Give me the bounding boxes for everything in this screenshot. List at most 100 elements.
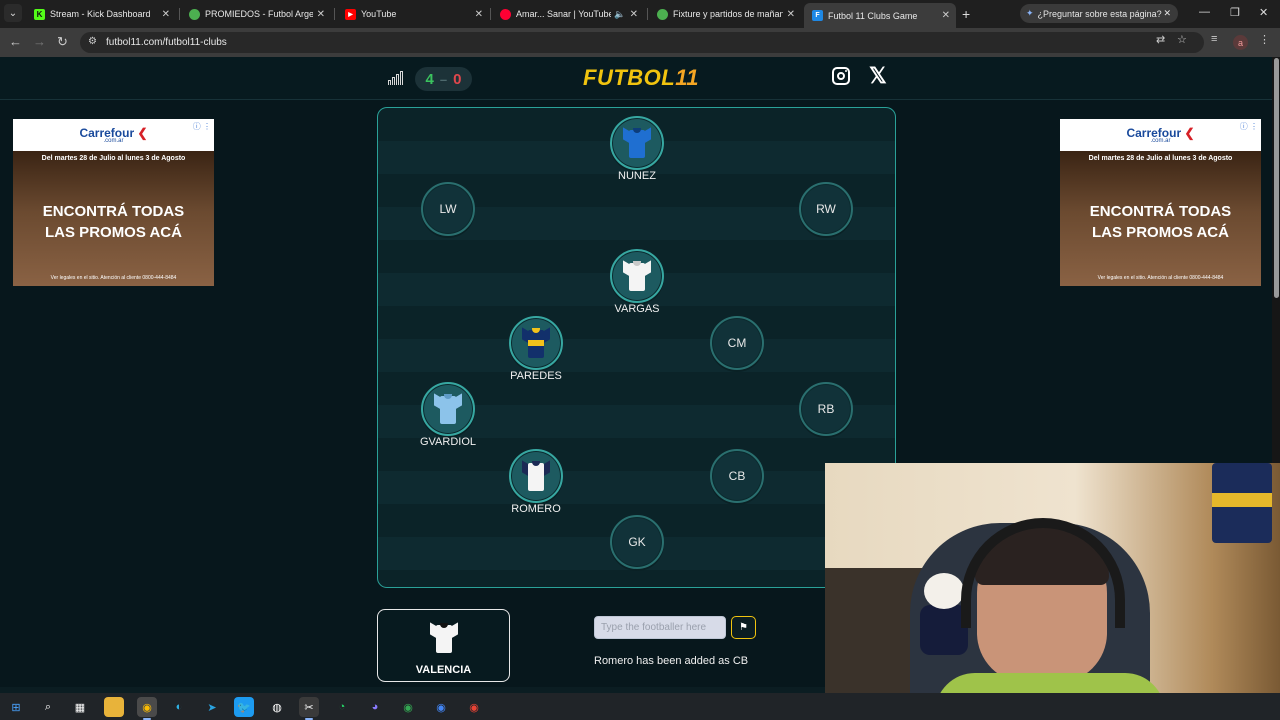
edge-icon[interactable]: ◐ — [169, 697, 189, 717]
address-bar[interactable]: ⚙ futbol11.com/futbol11-clubs — [80, 32, 1204, 53]
score-dash: – — [439, 71, 448, 87]
profile-avatar[interactable]: a — [1233, 35, 1248, 50]
ad-headline: ENCONTRÁ TODAS LAS PROMOS ACÁ — [1060, 201, 1261, 243]
close-icon[interactable]: ✕ — [475, 9, 483, 20]
browser-tabstrip: ⌄ K Stream - Kick Dashboard ✕ PROMIEDOS … — [0, 0, 1280, 28]
club-name: VALENCIA — [415, 664, 472, 676]
whatsapp-icon[interactable]: ◔ — [332, 697, 352, 717]
slot-cm-left[interactable] — [509, 316, 563, 370]
slot-rb[interactable]: RB — [799, 382, 853, 436]
shirt-icon — [434, 393, 462, 425]
tab-futbol11[interactable]: F Futbol 11 Clubs Game ✕ — [804, 3, 956, 28]
ad-brand-bar: Carrefour ❮ .com.ar ⓘ ⋮ — [1060, 119, 1261, 151]
close-icon[interactable]: ✕ — [162, 9, 170, 20]
player-name: VARGAS — [614, 303, 660, 315]
footballer-search-input[interactable] — [594, 616, 726, 639]
ad-banner-right[interactable]: Carrefour ❮ .com.ar ⓘ ⋮ Del martes 28 de… — [1060, 119, 1261, 286]
webcam-wall-jersey — [1212, 463, 1272, 543]
player-name: NUNEZ — [618, 170, 656, 182]
reload-icon[interactable]: ↻ — [57, 34, 68, 50]
new-tab-button[interactable]: + — [962, 6, 970, 22]
tab-search-button[interactable]: ⌄ — [4, 4, 22, 22]
close-icon[interactable]: ✕ — [317, 9, 325, 20]
ad-info-icon[interactable]: ⓘ ⋮ — [193, 121, 211, 132]
ad-legal: Ver legales en el sitio. Atención al cli… — [1097, 275, 1224, 281]
slot-lb[interactable] — [421, 382, 475, 436]
ad-body: Del martes 28 de Julio al lunes 3 de Ago… — [13, 151, 214, 286]
restore-icon[interactable]: ❐ — [1230, 6, 1240, 19]
stats-icon[interactable] — [388, 71, 404, 85]
slot-rw[interactable]: RW — [799, 182, 853, 236]
close-icon[interactable]: ✕ — [942, 10, 950, 21]
tab-fixture[interactable]: Fixture y partidos de mañana en ✕ — [649, 3, 801, 25]
tab-divider — [647, 8, 648, 20]
slot-gk[interactable]: GK — [610, 515, 664, 569]
ad-headline-line2: LAS PROMOS ACÁ — [1092, 224, 1229, 241]
instagram-icon[interactable] — [832, 67, 850, 85]
shirt-icon — [522, 460, 550, 492]
bookmark-star-icon[interactable]: ☆ — [1177, 33, 1187, 46]
slot-cm[interactable]: CM — [710, 316, 764, 370]
promiedos-icon — [657, 8, 668, 20]
back-icon[interactable]: ← — [9, 34, 22, 49]
forward-icon[interactable]: → — [33, 34, 46, 49]
chrome-icon[interactable]: ◉ — [137, 697, 157, 720]
tab-divider — [179, 8, 180, 20]
task-view-icon[interactable]: ▦ — [70, 697, 90, 717]
tab-divider — [490, 8, 491, 20]
site-info-icon[interactable]: ⚙ — [88, 36, 97, 47]
tab-promiedos[interactable]: PROMIEDOS - Futbol Argentino ✕ — [181, 3, 331, 25]
ask-about-page-chip[interactable]: ✦ ¿Preguntar sobre esta página? ✕ — [1020, 4, 1178, 23]
futbol11-icon: F — [812, 10, 823, 21]
obs-icon[interactable]: ◍ — [267, 697, 287, 717]
site-logo[interactable]: FUTBOL11 — [583, 65, 699, 91]
discord-icon[interactable]: ◕ — [365, 697, 385, 717]
close-window-icon[interactable]: ✕ — [1259, 6, 1268, 19]
twitter-icon[interactable]: 🐦 — [234, 697, 254, 717]
youtube-music-icon — [500, 8, 511, 20]
slot-cb-left[interactable] — [509, 449, 563, 503]
capcut-icon[interactable]: ✂ — [299, 697, 319, 720]
shirt-icon — [623, 260, 651, 292]
slot-st[interactable] — [610, 116, 664, 170]
reading-list-icon[interactable]: ≡ — [1211, 33, 1217, 45]
close-icon[interactable]: ✕ — [630, 9, 638, 20]
shirt-icon — [623, 127, 651, 159]
url-text: futbol11.com/futbol11-clubs — [106, 37, 227, 48]
x-twitter-icon[interactable]: 𝕏 — [869, 63, 887, 89]
scrollbar-thumb[interactable] — [1274, 58, 1279, 298]
gemini-icon: ✦ — [1026, 8, 1034, 18]
chrome-profile-icon[interactable]: ◉ — [398, 697, 418, 717]
tab-youtube[interactable]: ▶ YouTube ✕ — [337, 3, 489, 25]
ad-dates: Del martes 28 de Julio al lunes 3 de Ago… — [41, 155, 186, 162]
slot-cb[interactable]: CB — [710, 449, 764, 503]
close-icon[interactable]: ✕ — [1163, 8, 1171, 19]
close-icon[interactable]: ✕ — [787, 9, 795, 20]
windows-start-icon[interactable]: ⊞ — [6, 697, 26, 717]
minimize-icon[interactable]: — — [1199, 6, 1210, 18]
kick-icon: K — [34, 8, 45, 20]
ad-banner-left[interactable]: Carrefour ❮ .com.ar ⓘ ⋮ Del martes 28 de… — [13, 119, 214, 286]
slot-lw[interactable]: LW — [421, 182, 475, 236]
chrome-profile-icon-2[interactable]: ◉ — [431, 697, 451, 717]
tab-title: Stream - Kick Dashboard — [50, 9, 151, 19]
player-name: GVARDIOL — [419, 436, 477, 448]
give-up-flag-button[interactable]: ⚑ — [731, 616, 756, 639]
more-menu-icon[interactable]: ⋮ — [1259, 33, 1270, 46]
telegram-icon[interactable]: ➤ — [202, 697, 222, 717]
tab-youtube-music[interactable]: Amar... Sanar | YouTube Music 🔈 ✕ — [492, 3, 644, 25]
file-explorer-icon[interactable] — [104, 697, 124, 717]
chrome-profile-icon-3[interactable]: ◉ — [464, 697, 484, 717]
flag-icon: ⚑ — [739, 622, 748, 633]
search-icon[interactable]: ⌕ — [38, 697, 58, 717]
club-card: VALENCIA — [377, 609, 510, 682]
carrefour-logo-icon: ❮ — [1184, 126, 1195, 140]
speaker-icon[interactable]: 🔈 — [614, 9, 625, 20]
club-shirt-icon — [430, 622, 458, 654]
slot-cam[interactable] — [610, 249, 664, 303]
ad-info-icon[interactable]: ⓘ ⋮ — [1240, 121, 1258, 132]
webcam-overlay — [825, 463, 1280, 720]
translate-icon[interactable]: ⇄ — [1156, 33, 1165, 46]
tab-kick[interactable]: K Stream - Kick Dashboard ✕ — [26, 3, 176, 25]
ad-brand-bar: Carrefour ❮ .com.ar ⓘ ⋮ — [13, 119, 214, 151]
